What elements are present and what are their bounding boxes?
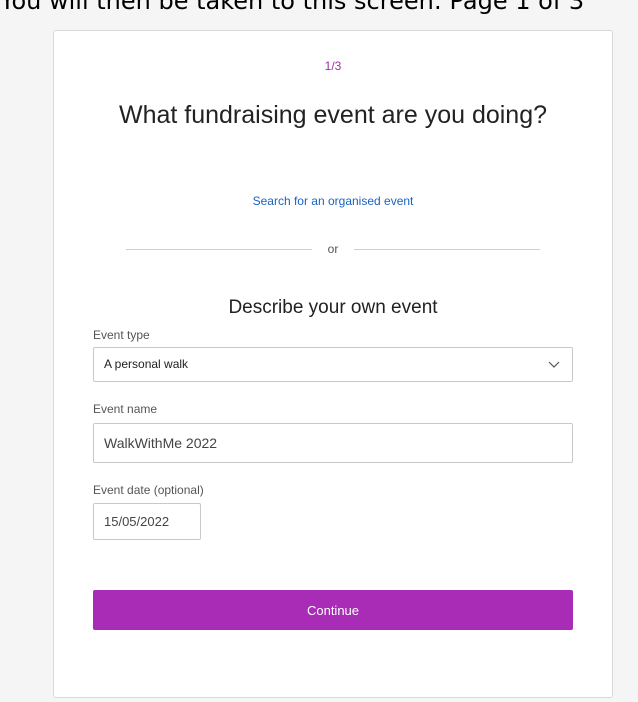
event-name-input[interactable] (93, 423, 573, 463)
step-indicator: 1/3 (324, 59, 342, 73)
divider-line-left (126, 249, 312, 250)
event-type-value: A personal walk (104, 357, 189, 371)
chevron-down-icon (548, 361, 560, 368)
event-type-label: Event type (93, 328, 150, 342)
divider-line-right (354, 249, 540, 250)
page: You will then be taken to this screen: P… (0, 0, 638, 702)
event-date-label: Event date (optional) (93, 483, 204, 497)
section-subtitle: Describe your own event (228, 297, 438, 318)
event-type-select[interactable]: A personal walk (93, 347, 573, 382)
instruction-caption: You will then be taken to this screen: P… (0, 0, 585, 15)
or-label: or (327, 242, 339, 256)
event-date-input[interactable] (93, 503, 201, 540)
or-divider: or (126, 241, 540, 257)
event-form-card: 1/3 What fundraising event are you doing… (53, 30, 613, 698)
search-organised-event-link[interactable]: Search for an organised event (54, 194, 612, 208)
event-name-label: Event name (93, 402, 158, 416)
continue-button[interactable]: Continue (93, 590, 573, 630)
page-title: What fundraising event are you doing? (118, 101, 548, 129)
